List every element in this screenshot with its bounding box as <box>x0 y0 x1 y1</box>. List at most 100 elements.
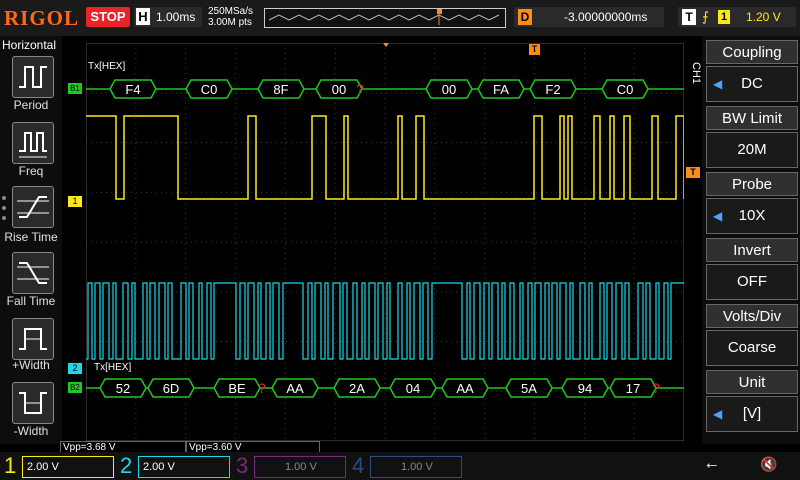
channel-menu: Coupling ◀ DC BW Limit 20M Probe ◀ 10X Inv… <box>702 36 800 444</box>
ch4-number: 4 <box>352 453 365 478</box>
scroll-dot <box>2 196 6 200</box>
decode-byte: F2 <box>545 82 560 97</box>
freq-button[interactable] <box>12 122 54 164</box>
coupling-value: DC <box>741 75 763 92</box>
volts-div-value-button[interactable]: Coarse <box>706 330 798 366</box>
run-stop-button[interactable]: STOP <box>86 7 130 27</box>
ch1-offset-marker[interactable]: 1 <box>68 196 82 207</box>
ch3-number: 3 <box>236 453 249 478</box>
unit-value: [V] <box>742 405 762 422</box>
pos-width-label: +Width <box>12 358 50 372</box>
probe-value-button[interactable]: ◀ 10X <box>706 198 798 234</box>
horizontal-measure-menu: Horizontal Period Freq Rise Time Fall Ti… <box>0 36 62 444</box>
left-arrow-icon: ◀ <box>713 209 723 223</box>
fall-time-icon <box>17 262 49 284</box>
delay-value: -3.00000000ms <box>564 10 648 24</box>
coupling-value-button[interactable]: ◀ DC <box>706 66 798 102</box>
decode-error-mark: ? <box>258 380 266 396</box>
decode-byte: AA <box>456 381 474 396</box>
decode-byte: 17 <box>626 381 640 396</box>
fall-time-label: Fall Time <box>6 294 56 308</box>
trigger-time-marker[interactable]: T <box>529 44 540 55</box>
pos-width-button[interactable] <box>12 318 54 360</box>
unit-title: Unit <box>706 370 798 394</box>
ch1-menu-label: CH1 <box>690 62 702 85</box>
invert-value-button[interactable]: OFF <box>706 264 798 300</box>
bw-limit-value-button[interactable]: 20M <box>706 132 798 168</box>
ch1-status[interactable]: 1 2.00 V <box>0 452 114 480</box>
rise-time-icon <box>17 196 49 218</box>
ch3-scale: 1.00 V <box>254 456 346 478</box>
sample-rate: 250MSa/s <box>208 6 254 17</box>
period-label: Period <box>13 98 49 112</box>
ch3-status[interactable]: 3 1.00 V <box>232 452 346 480</box>
left-arrow-icon: ◀ <box>713 77 723 91</box>
decode-byte: 5A <box>521 381 537 396</box>
neg-width-button[interactable] <box>12 382 54 424</box>
trigger-label: T <box>682 9 696 25</box>
trigger-level: 1.20 V <box>746 10 781 24</box>
decode-byte: 8F <box>273 82 288 97</box>
ch3-scale-value: 1.00 V <box>285 461 317 473</box>
horizontal-label: H <box>136 8 150 25</box>
waveform-memory-bar[interactable] <box>264 8 506 28</box>
sample-info: 250MSa/s 3.00M pts <box>208 6 253 28</box>
unit-menu[interactable]: Unit ◀ [V] <box>706 370 798 432</box>
decode-byte: 94 <box>578 381 592 396</box>
ch1-number: 1 <box>4 453 17 478</box>
unit-value-button[interactable]: ◀ [V] <box>706 396 798 432</box>
decode-byte: 00 <box>332 82 346 97</box>
invert-title: Invert <box>706 238 798 262</box>
ch2-scale: 2.00 V <box>138 456 230 478</box>
ch2-status[interactable]: 2 2.00 V <box>116 452 230 480</box>
ch1-scale-value: 2.00 V <box>27 461 59 473</box>
bus2-label: Tx[HEX] <box>94 362 131 373</box>
scroll-dot <box>2 206 6 210</box>
rise-time-button[interactable] <box>12 186 54 228</box>
bw-limit-title: BW Limit <box>706 106 798 130</box>
pos-width-icon <box>19 328 47 350</box>
volts-div-title: Volts/Div <box>706 304 798 328</box>
left-arrow-icon: ◀ <box>713 407 723 421</box>
neg-width-label: -Width <box>13 424 49 438</box>
decode-error-mark: ? <box>652 380 660 396</box>
decode-byte: 00 <box>442 82 456 97</box>
bus1-label: Tx[HEX] <box>88 61 125 72</box>
decode-byte: 04 <box>406 381 420 396</box>
delay-box[interactable]: D -3.00000000ms <box>514 7 664 27</box>
trigger-level-marker[interactable]: T <box>686 167 700 178</box>
volts-div-menu[interactable]: Volts/Div Coarse <box>706 304 798 366</box>
waveform-display[interactable]: F4 C0 8F 00? 00 FA F2 C0 52 6D BE? AA 2A 04 AA 5A 94 17?… <box>86 43 684 441</box>
scroll-dot <box>2 216 6 220</box>
period-button[interactable] <box>12 56 54 98</box>
decode-byte: BE <box>228 381 246 396</box>
top-status-bar: RIGOL STOP H 1.00ms 250MSa/s 3.00M pts D… <box>0 0 800 36</box>
fall-time-button[interactable] <box>12 252 54 294</box>
invert-menu[interactable]: Invert OFF <box>706 238 798 300</box>
ch2-number: 2 <box>120 453 133 478</box>
trigger-box[interactable]: T ⨍ 1 1.20 V <box>678 7 796 27</box>
bw-limit-value: 20M <box>737 141 767 158</box>
rigol-logo: RIGOL <box>4 6 80 30</box>
ch2-offset-marker[interactable]: 2 <box>68 363 82 374</box>
rising-edge-icon: ⨍ <box>702 9 709 24</box>
bus1-marker[interactable]: B1 <box>68 83 82 94</box>
coupling-menu[interactable]: Coupling ◀ DC <box>706 40 798 102</box>
timebase-box[interactable]: H 1.00ms <box>134 7 202 27</box>
decode-byte: 52 <box>116 381 130 396</box>
rise-time-label: Rise Time <box>4 230 58 244</box>
ch1-scale: 2.00 V <box>22 456 114 478</box>
speaker-mute-icon[interactable]: 🔇 <box>760 456 790 476</box>
decode-byte: FA <box>493 82 509 97</box>
memory-depth: 3.00M pts <box>208 17 252 28</box>
bw-limit-menu[interactable]: BW Limit 20M <box>706 106 798 168</box>
probe-menu[interactable]: Probe ◀ 10X <box>706 172 798 234</box>
freq-label: Freq <box>18 164 44 178</box>
invert-value: OFF <box>737 273 767 290</box>
decode-error-mark: ? <box>356 81 364 97</box>
bus2-marker[interactable]: B2 <box>68 382 82 393</box>
memory-overview-icon <box>268 9 500 25</box>
usb-icon: ⭠ <box>706 456 718 472</box>
delay-label: D <box>518 9 532 25</box>
ch4-status[interactable]: 4 1.00 V <box>348 452 462 480</box>
